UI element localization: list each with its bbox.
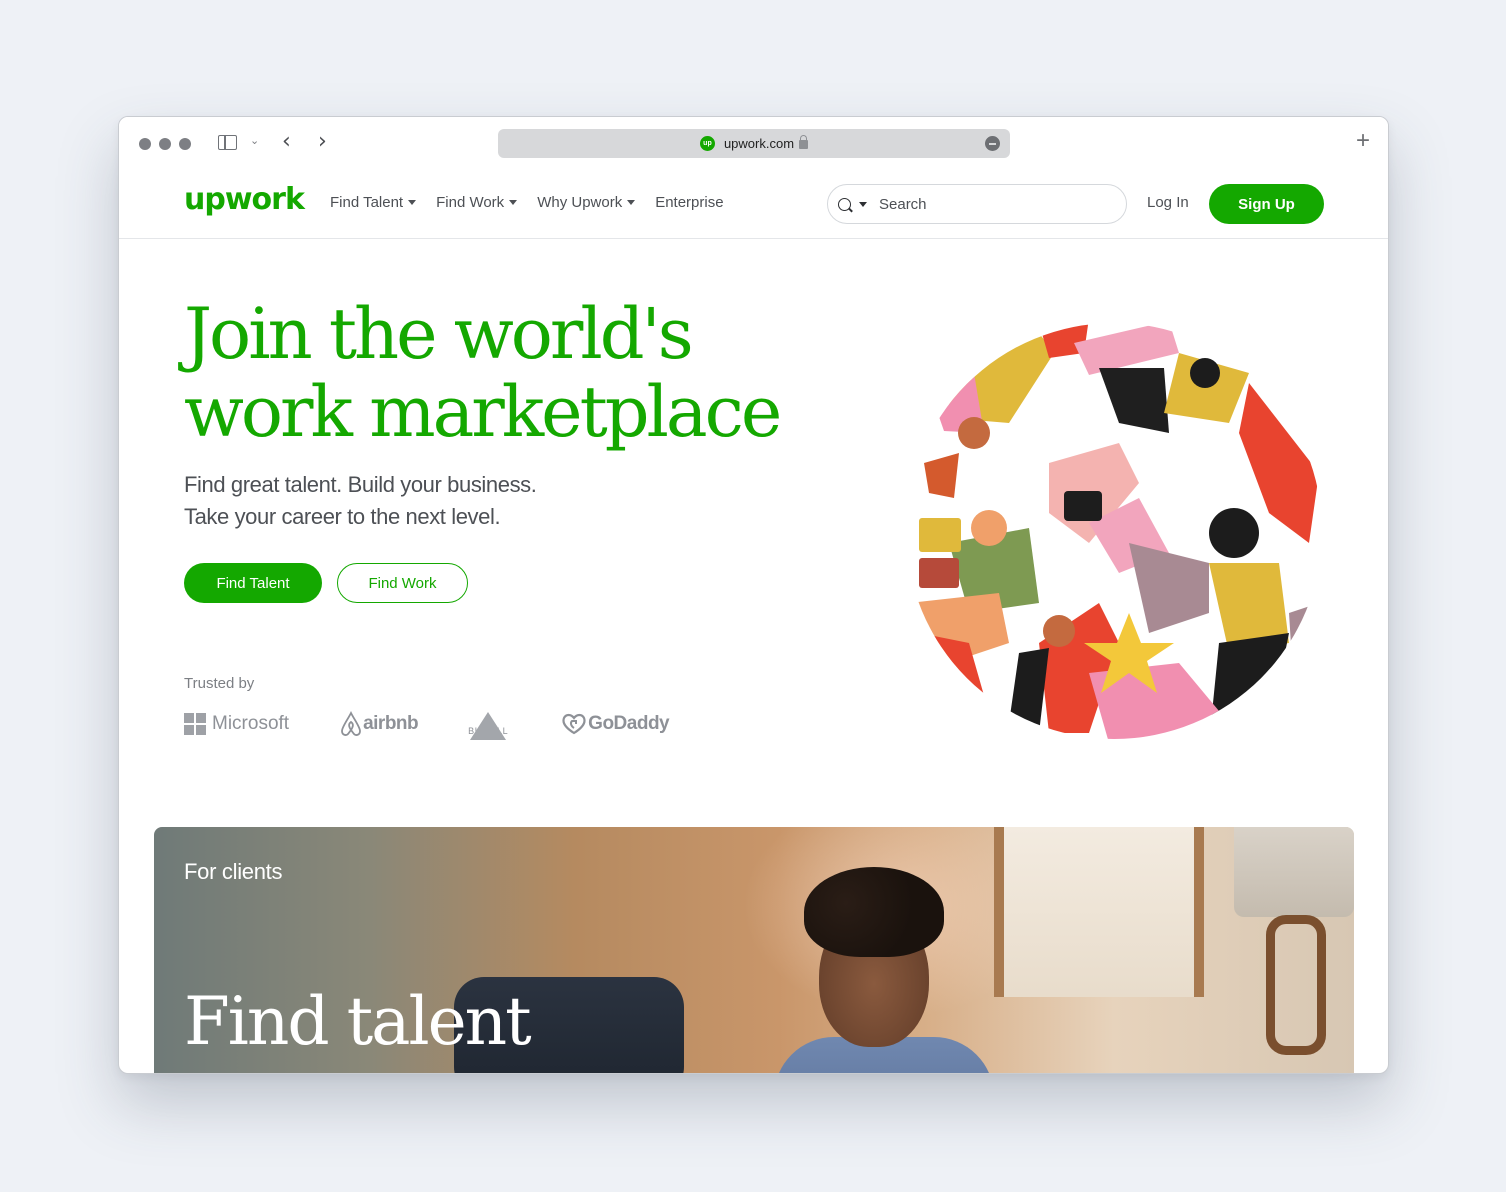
search-type-caret-icon[interactable] [859,201,867,207]
nav-find-work[interactable]: Find Work [436,194,518,211]
address-bar-url: upwork.com [723,136,795,151]
upwork-logo[interactable]: upwork [184,182,305,217]
search-icon[interactable] [838,197,851,211]
hero-title-line1: Join the world's [184,293,694,375]
site-header: upwork Find Talent Find Work Why Upwork … [119,171,1388,239]
hero-subtitle: Find great talent. Build your business. … [184,469,684,533]
photo-lamp-shade [1234,827,1354,917]
for-clients-card[interactable]: For clients Find talent [154,827,1354,1073]
hero-title-line2: work marketplace [184,371,782,453]
airbnb-logo: airbnb [339,711,419,737]
hero-subtitle-line2: Take your career to the next level. [184,504,501,529]
godaddy-heart-icon [562,713,586,735]
zoom-window-button[interactable] [179,138,191,150]
nav-enterprise[interactable]: Enterprise [655,194,723,211]
hero-title: Join the world's work marketplace [184,295,864,451]
nav-find-talent[interactable]: Find Talent [330,194,417,211]
airbnb-logo-text: airbnb [363,713,419,734]
nav-why-upwork[interactable]: Why Upwork [537,194,636,211]
chevron-down-icon[interactable]: ⌄ [250,134,259,147]
card-title: Find talent [184,983,532,1060]
caret-down-icon [408,200,417,205]
card-eyebrow: For clients [184,859,283,884]
trusted-by-label: Trusted by [184,675,255,692]
caret-down-icon [627,200,636,205]
close-window-button[interactable] [139,138,151,150]
nav-find-work-label: Find Work [436,194,505,211]
windows-icon [184,713,206,735]
window-controls [139,138,191,150]
microsoft-logo-text: Microsoft [212,713,290,734]
nav-enterprise-label: Enterprise [655,194,724,211]
back-arrow-icon[interactable]: ‹ [282,131,291,153]
search-input[interactable] [879,195,1099,213]
login-link[interactable]: Log In [1147,194,1189,211]
plus-icon[interactable]: + [1356,129,1370,153]
main-nav: Find Talent Find Work Why Upwork Enterpr… [330,194,724,211]
browser-toolbar: ⌄ ‹ › up upwork.com + [119,117,1388,171]
photo-window [994,827,1204,997]
search-box[interactable] [827,184,1127,224]
reader-icon[interactable] [985,136,1000,151]
nav-why-upwork-label: Why Upwork [537,194,623,211]
browser-window: ⌄ ‹ › up upwork.com + upwork Find Talent… [118,116,1389,1074]
bissell-triangle-icon [470,712,507,740]
minimize-window-button[interactable] [159,138,171,150]
signup-button[interactable]: Sign Up [1209,184,1324,224]
photo-lamp-base [1266,915,1326,1055]
hero-subtitle-line1: Find great talent. Build your business. [184,472,537,497]
godaddy-logo-text: GoDaddy [588,713,670,734]
godaddy-logo: GoDaddy [560,712,670,736]
forward-arrow-icon[interactable]: › [318,131,327,153]
address-bar[interactable]: up upwork.com [498,129,1010,158]
nav-find-talent-label: Find Talent [330,194,404,211]
sidebar-toggle-icon[interactable] [218,135,237,150]
bissell-logo: BISSELL [466,712,511,740]
site-favicon-icon: up [699,136,715,151]
microsoft-logo: Microsoft [184,713,289,735]
hero-illustration [906,323,1322,739]
trusted-logos: Microsoft airbnb BISSELL GoDaddy [184,711,670,740]
find-work-button[interactable]: Find Work [337,563,468,603]
find-talent-button[interactable]: Find Talent [184,563,322,603]
caret-down-icon [509,200,518,205]
lock-icon [799,135,809,149]
photo-person [774,867,994,1073]
airbnb-belo-icon [341,711,361,736]
